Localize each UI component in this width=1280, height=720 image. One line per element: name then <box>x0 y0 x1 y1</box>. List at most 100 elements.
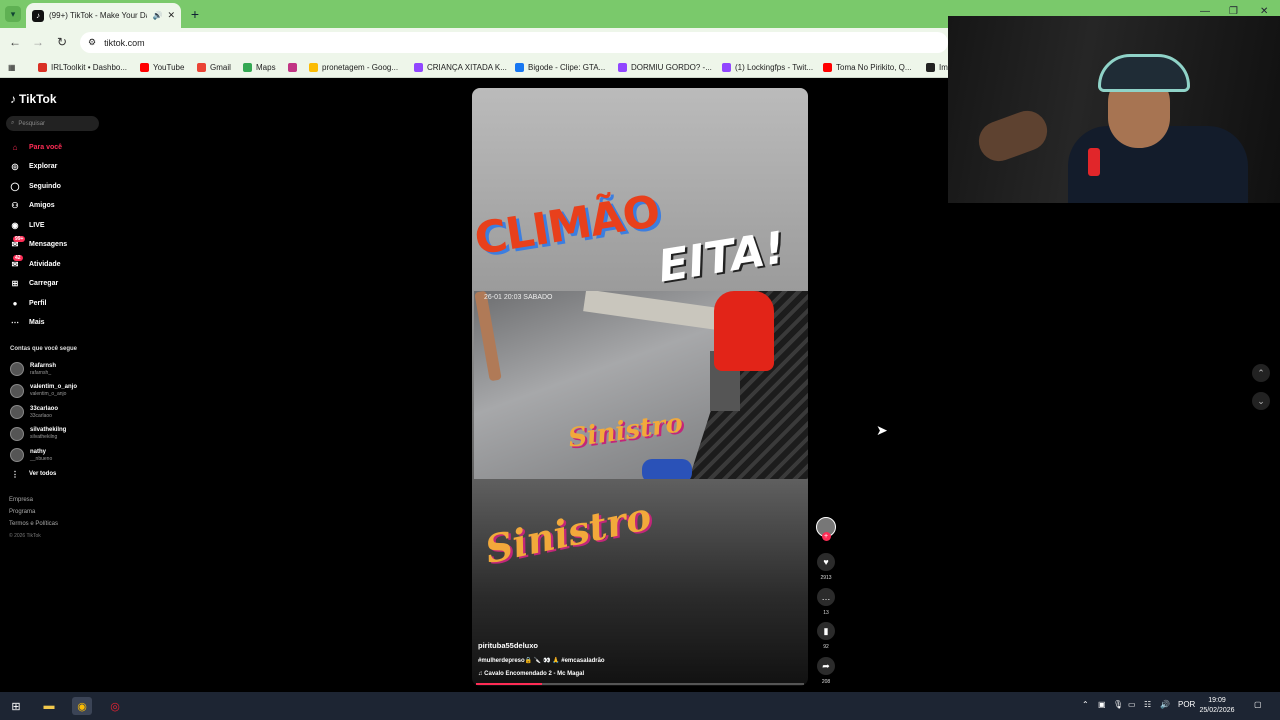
notifications-icon[interactable]: ▢ <box>1254 700 1262 709</box>
see-all-link[interactable]: ⋮ Ver todos <box>9 468 56 480</box>
follow-plus-icon[interactable]: + <box>821 532 831 541</box>
sidebar-item-label: Mais <box>29 319 45 326</box>
video-progress-bar[interactable] <box>476 683 804 685</box>
sidebar-item-atividade[interactable]: ✉ 42 Atividade <box>9 255 61 270</box>
sidebar-item-live[interactable]: ◉ LIVE <box>9 219 45 231</box>
back-arrow-icon[interactable]: ← <box>7 34 23 50</box>
sidebar-item-seguindo[interactable]: ◯ Seguindo <box>9 180 61 192</box>
share-button[interactable]: ➦ 208 <box>815 657 837 685</box>
bookmark-item[interactable]: Bigode - Clipe: GTA... <box>515 60 605 74</box>
upload-icon: ⊞ <box>11 279 19 288</box>
overlay-text-eita: EITA! <box>654 222 789 293</box>
bookmark-label: (1) Lockingfps - Twit... <box>735 62 814 72</box>
bookmark-item[interactable]: IRLToolkit • Dashbo... <box>38 60 127 74</box>
sidebar-item-mensagens[interactable]: ✉ 99+ Mensagens <box>9 235 67 251</box>
bookmark-item[interactable]: Gmail <box>197 60 231 74</box>
bookmark-label: Bigode - Clipe: GTA... <box>528 62 606 72</box>
comment-button[interactable]: … 13 <box>815 588 837 616</box>
bookmark-label: YouTube <box>153 62 185 72</box>
followed-account[interactable]: Rafarnsh rafarnsh_ <box>10 362 56 376</box>
video-player[interactable]: CLIMÃO EITA! 26-01 20:03 SABADO Sinistro… <box>472 88 808 686</box>
file-explorer-icon[interactable]: ▬ <box>39 697 59 715</box>
windows-start-icon[interactable]: ⊞ <box>6 697 26 715</box>
like-button[interactable]: ♥ 2913 <box>815 553 837 581</box>
previous-video-up-icon[interactable]: ⌃ <box>1252 364 1270 382</box>
network-icon[interactable]: ☷ <box>1144 700 1151 709</box>
footer-link[interactable]: Programa <box>9 509 35 515</box>
language-indicator[interactable]: POR <box>1178 700 1195 709</box>
new-tab-button[interactable]: + <box>186 5 204 23</box>
bookmark-label: Toma No Pirikito, Q... <box>836 62 912 72</box>
forward-arrow-icon[interactable]: → <box>30 34 46 50</box>
bookmark-item[interactable]: CRIANÇA XITADA K... <box>414 60 507 74</box>
bookmark-item[interactable]: (1) Lockingfps - Twit... <box>722 60 813 74</box>
followed-account[interactable]: nathy __nbueno <box>10 448 52 462</box>
sidebar-item-amigos[interactable]: ⚇ Amigos <box>9 200 54 212</box>
list-icon: ⋮ <box>11 469 19 479</box>
logo-text: TikTok <box>19 92 57 106</box>
screen: ▾ ♪ (99+) TikTok - Make Your Day 🔊 ✕ + —… <box>0 0 1280 720</box>
address-bar[interactable]: ⚙ tiktok.com <box>80 32 948 53</box>
compass-icon: ◎ <box>11 162 19 171</box>
tray-chevron-icon[interactable]: ⌃ <box>1082 700 1089 709</box>
security-camera-footage: 26-01 20:03 SABADO <box>474 291 808 479</box>
bookmark-favicon-icon <box>414 62 423 72</box>
footer-link[interactable]: Termos e Políticas <box>9 521 58 527</box>
messages-icon: ✉ 99+ <box>11 235 26 249</box>
search-input[interactable]: ⌕ Pesquisar <box>6 116 99 131</box>
site-info-icon[interactable]: ⚙ <box>88 37 96 48</box>
video-caption[interactable]: #mulherdepreso🔒 🔪 👀 🙏 #emcasaladrão <box>478 657 605 664</box>
bookmark-item[interactable]: Im <box>926 60 948 74</box>
display-icon[interactable]: ▭ <box>1128 700 1136 709</box>
chrome-icon[interactable]: ◉ <box>72 697 92 715</box>
save-count: 92 <box>823 644 829 650</box>
microphone-icon[interactable]: 🎙 <box>1113 700 1123 709</box>
reload-icon[interactable]: ↻ <box>54 34 70 50</box>
bookmark-favicon-icon <box>823 62 832 72</box>
home-icon: ⌂ <box>12 142 18 152</box>
followed-account[interactable]: silvathekilng silvathekilng <box>10 426 67 441</box>
account-handle: rafarnsh_ <box>30 369 52 376</box>
bookmark-icon: ▮ <box>817 622 835 640</box>
bookmark-item[interactable]: pronetagem - Goog... <box>309 60 398 74</box>
video-author[interactable]: pirituba55deluxo <box>478 641 538 650</box>
notification-badge: 42 <box>13 255 23 261</box>
tray-app-icon[interactable]: ▣ <box>1098 700 1106 709</box>
apps-grid-icon[interactable]: ▦ <box>8 60 16 74</box>
creator-avatar-button[interactable]: + <box>815 517 837 541</box>
footer-link[interactable]: Empresa <box>9 497 33 503</box>
account-name: silvathekilng <box>30 427 67 433</box>
tab-close-icon[interactable]: ✕ <box>167 10 175 21</box>
taskbar-clock[interactable]: 19:09 25/02/2026 <box>1196 696 1238 716</box>
followed-account[interactable]: valentim_o_anjo valentim_o_anjo <box>10 383 77 398</box>
sidebar-item-perfil[interactable]: ● Perfil <box>9 297 47 309</box>
bookmark-label: CRIANÇA XITADA K... <box>427 62 507 72</box>
red-microphone <box>1088 148 1100 176</box>
sidebar-item-carregar[interactable]: ⊞ Carregar <box>9 278 59 290</box>
tab-title: (99+) TikTok - Make Your Day <box>49 11 148 20</box>
tab-search-chevron-icon[interactable]: ▾ <box>5 6 21 22</box>
speaker-icon[interactable]: 🔊 <box>152 11 162 20</box>
bookmark-item[interactable]: DORMIU GORDO? -... <box>618 60 712 74</box>
followed-account[interactable]: 33carlaoo 33carlaoo <box>10 405 58 419</box>
save-button[interactable]: ▮ 92 <box>815 622 837 650</box>
bookmark-item[interactable]: Toma No Pirikito, Q... <box>823 60 912 74</box>
browser-tab-tiktok[interactable]: ♪ (99+) TikTok - Make Your Day 🔊 ✕ <box>26 3 181 28</box>
volume-icon[interactable]: 🔊 <box>1160 700 1170 709</box>
bookmark-favicon-icon <box>38 62 47 72</box>
blue-bag <box>642 459 692 479</box>
sidebar-item-mais[interactable]: ⋯ Mais <box>9 317 45 329</box>
bookmark-item[interactable]: Maps <box>243 60 276 74</box>
account-name: 33carlaoo <box>30 405 59 412</box>
obs-icon[interactable]: ◎ <box>105 697 125 715</box>
tiktok-logo[interactable]: ♪ TikTok <box>10 92 57 106</box>
next-video-down-icon[interactable]: ⌄ <box>1252 392 1270 410</box>
sidebar-item-label: Seguindo <box>29 182 61 190</box>
sidebar-item-para-você[interactable]: ⌂ Para você <box>9 141 63 153</box>
avatar <box>10 448 24 462</box>
sidebar-item-explorar[interactable]: ◎ Explorar <box>9 161 58 173</box>
video-music[interactable]: ♫ Cavalo Encomendado 2 - Mc Magal <box>478 671 584 677</box>
bookmark-item[interactable]: YouTube <box>140 60 184 74</box>
comment-icon: … <box>817 588 835 606</box>
bookmark-item[interactable] <box>288 60 297 74</box>
